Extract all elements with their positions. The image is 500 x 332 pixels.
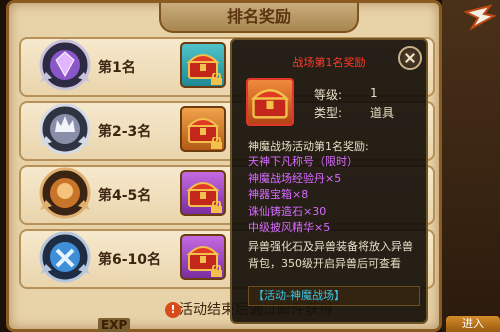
- rank-4-5-medal-icon: [39, 167, 91, 219]
- reward-item: 中级披风精华×5: [248, 221, 331, 234]
- side-strip: [442, 0, 500, 332]
- reward-slot-2[interactable]: [180, 106, 226, 152]
- lock-icon: [211, 73, 222, 85]
- lock-icon: [211, 137, 222, 149]
- rank-label-4: 第6-10名: [98, 252, 162, 268]
- enter-button[interactable]: 进入: [446, 316, 500, 332]
- close-icon[interactable]: [398, 46, 422, 70]
- rank-label-1: 第1名: [98, 60, 136, 76]
- rank-label-3: 第4-5名: [98, 188, 152, 204]
- treasure-chest-icon: [250, 89, 290, 119]
- rank-6-10-medal-icon: [39, 231, 91, 283]
- lock-icon: [211, 201, 222, 213]
- panel-title: 排名奖励: [159, 3, 359, 33]
- reward-item: 诛仙铸造石×30: [248, 204, 327, 218]
- level-value: 1: [370, 86, 378, 100]
- level-row: 等级: 1: [314, 86, 378, 103]
- rank-1-medal-icon: [39, 39, 91, 91]
- rank-2-3-medal-icon: [39, 103, 91, 155]
- reward-slot-4[interactable]: [180, 234, 226, 280]
- game-screen: 排名奖励 ! 活动结束后通过邮件获得: [0, 0, 500, 332]
- tooltip-title: 战场第1名奖励: [292, 56, 366, 69]
- tooltip-description: 异兽强化石及异兽装备将放入异兽背包，350级开启异兽后可查看: [248, 240, 413, 270]
- type-label: 类型:: [314, 106, 343, 120]
- reward-item: 神魔战场经验丹×5: [248, 171, 342, 185]
- exp-label: EXP: [98, 318, 131, 332]
- rank-label-2: 第2-3名: [98, 124, 152, 140]
- type-row: 类型: 道具: [314, 104, 394, 121]
- lock-icon: [211, 265, 222, 277]
- reward-slot-1[interactable]: [180, 42, 226, 88]
- reward-item: 神器宝箱×8: [248, 188, 309, 201]
- info-icon: !: [165, 302, 181, 318]
- level-label: 等级:: [314, 88, 343, 102]
- item-tooltip: 战场第1名奖励 等级: 1 类型: 道具 神魔战场活动第1名奖励: 天神下凡称号…: [230, 38, 428, 324]
- tooltip-item-icon: [246, 78, 294, 126]
- reward-item: 天神下凡称号（限时）: [248, 155, 358, 168]
- type-value: 道具: [370, 106, 395, 120]
- back-arrow-icon[interactable]: [462, 2, 498, 32]
- reward-section-title: 神魔战场活动第1名奖励:: [248, 140, 369, 153]
- activity-link[interactable]: 【活动-神魔战场】: [248, 286, 420, 306]
- reward-list: 天神下凡称号（限时） 神魔战场经验丹×5 神器宝箱×8 诛仙铸造石×30 中级披…: [248, 154, 358, 237]
- reward-slot-3[interactable]: [180, 170, 226, 216]
